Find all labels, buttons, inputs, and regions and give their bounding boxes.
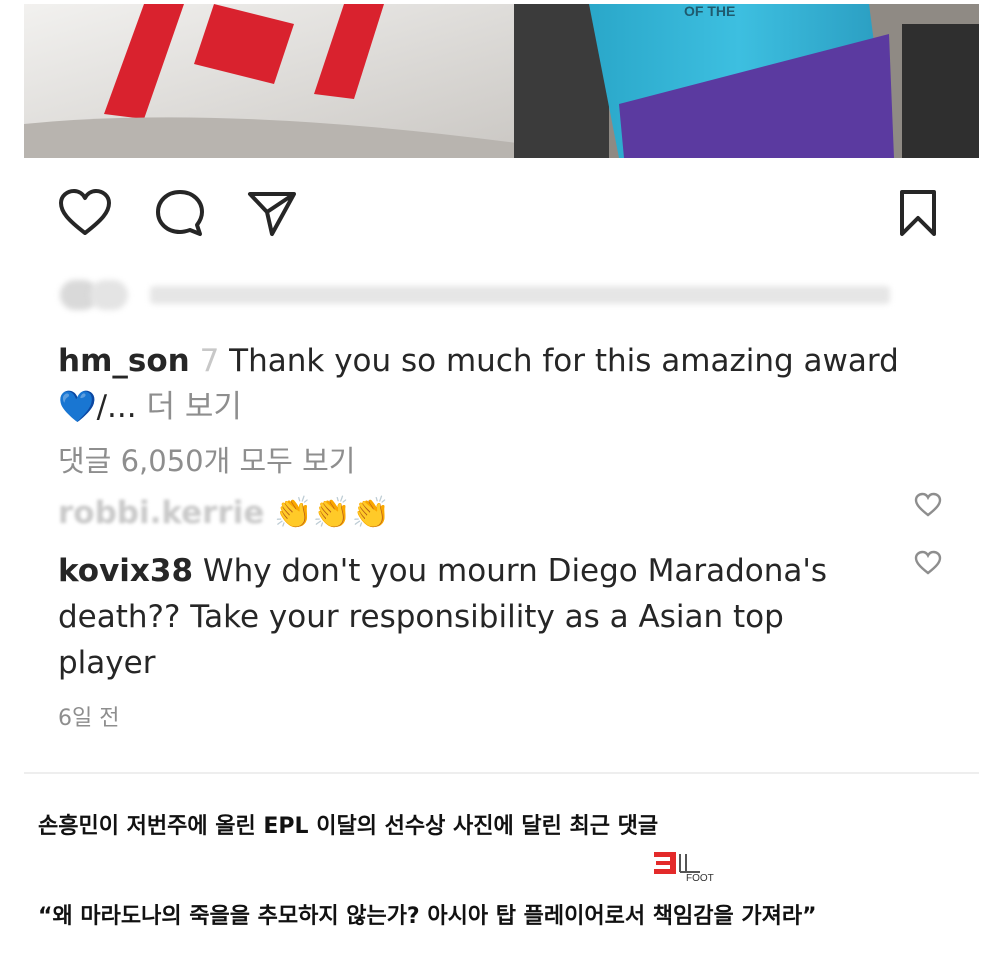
caption-username[interactable]: hm_son bbox=[58, 343, 190, 379]
divider bbox=[24, 772, 979, 774]
post-photo[interactable]: OF THE bbox=[24, 4, 979, 158]
post-action-row bbox=[58, 188, 948, 238]
comment-username[interactable]: robbi.kerrie bbox=[58, 495, 264, 531]
bookmark-icon[interactable] bbox=[896, 188, 940, 242]
caption-text: Thank you so much for this amazing award bbox=[229, 343, 899, 379]
caption-emoji: 💙 bbox=[58, 389, 97, 425]
liked-by-line[interactable] bbox=[60, 268, 890, 320]
heart-icon[interactable] bbox=[58, 188, 112, 242]
post-caption: hm_son 7 Thank you so much for this amaz… bbox=[58, 338, 938, 430]
comment-username[interactable]: kovix38 bbox=[58, 553, 193, 589]
comment-item: robbi.kerrie 👏👏👏 bbox=[58, 490, 858, 536]
comment-text: 👏👏👏 bbox=[274, 495, 391, 531]
site-logo: FOOT bbox=[650, 848, 732, 884]
post-photo-art: OF THE bbox=[24, 4, 979, 158]
svg-text:OF THE: OF THE bbox=[684, 4, 735, 19]
article-headline: 손흥민이 저번주에 올린 EPL 이달의 선수상 사진에 달린 최근 댓글 bbox=[38, 814, 659, 839]
caption-more-link[interactable]: 더 보기 bbox=[146, 389, 241, 425]
small-heart-icon[interactable] bbox=[914, 550, 942, 580]
article-quote: “왜 마라도나의 죽을을 추모하지 않는가? 아시아 탑 플레이어로서 책임감을… bbox=[38, 904, 817, 929]
comment-bubble-icon[interactable] bbox=[154, 188, 206, 242]
small-heart-icon[interactable] bbox=[914, 492, 942, 522]
view-all-comments-link[interactable]: 댓글 6,050개 모두 보기 bbox=[58, 438, 355, 480]
site-logo-text: FOOT bbox=[686, 873, 714, 884]
comment-item: kovix38 Why don't you mourn Diego Marado… bbox=[58, 548, 858, 686]
post-timestamp: 6일 전 bbox=[58, 706, 120, 731]
caption-line2: /... bbox=[96, 389, 137, 425]
caption-separator: 7 bbox=[199, 343, 220, 379]
paper-plane-icon[interactable] bbox=[246, 188, 298, 242]
